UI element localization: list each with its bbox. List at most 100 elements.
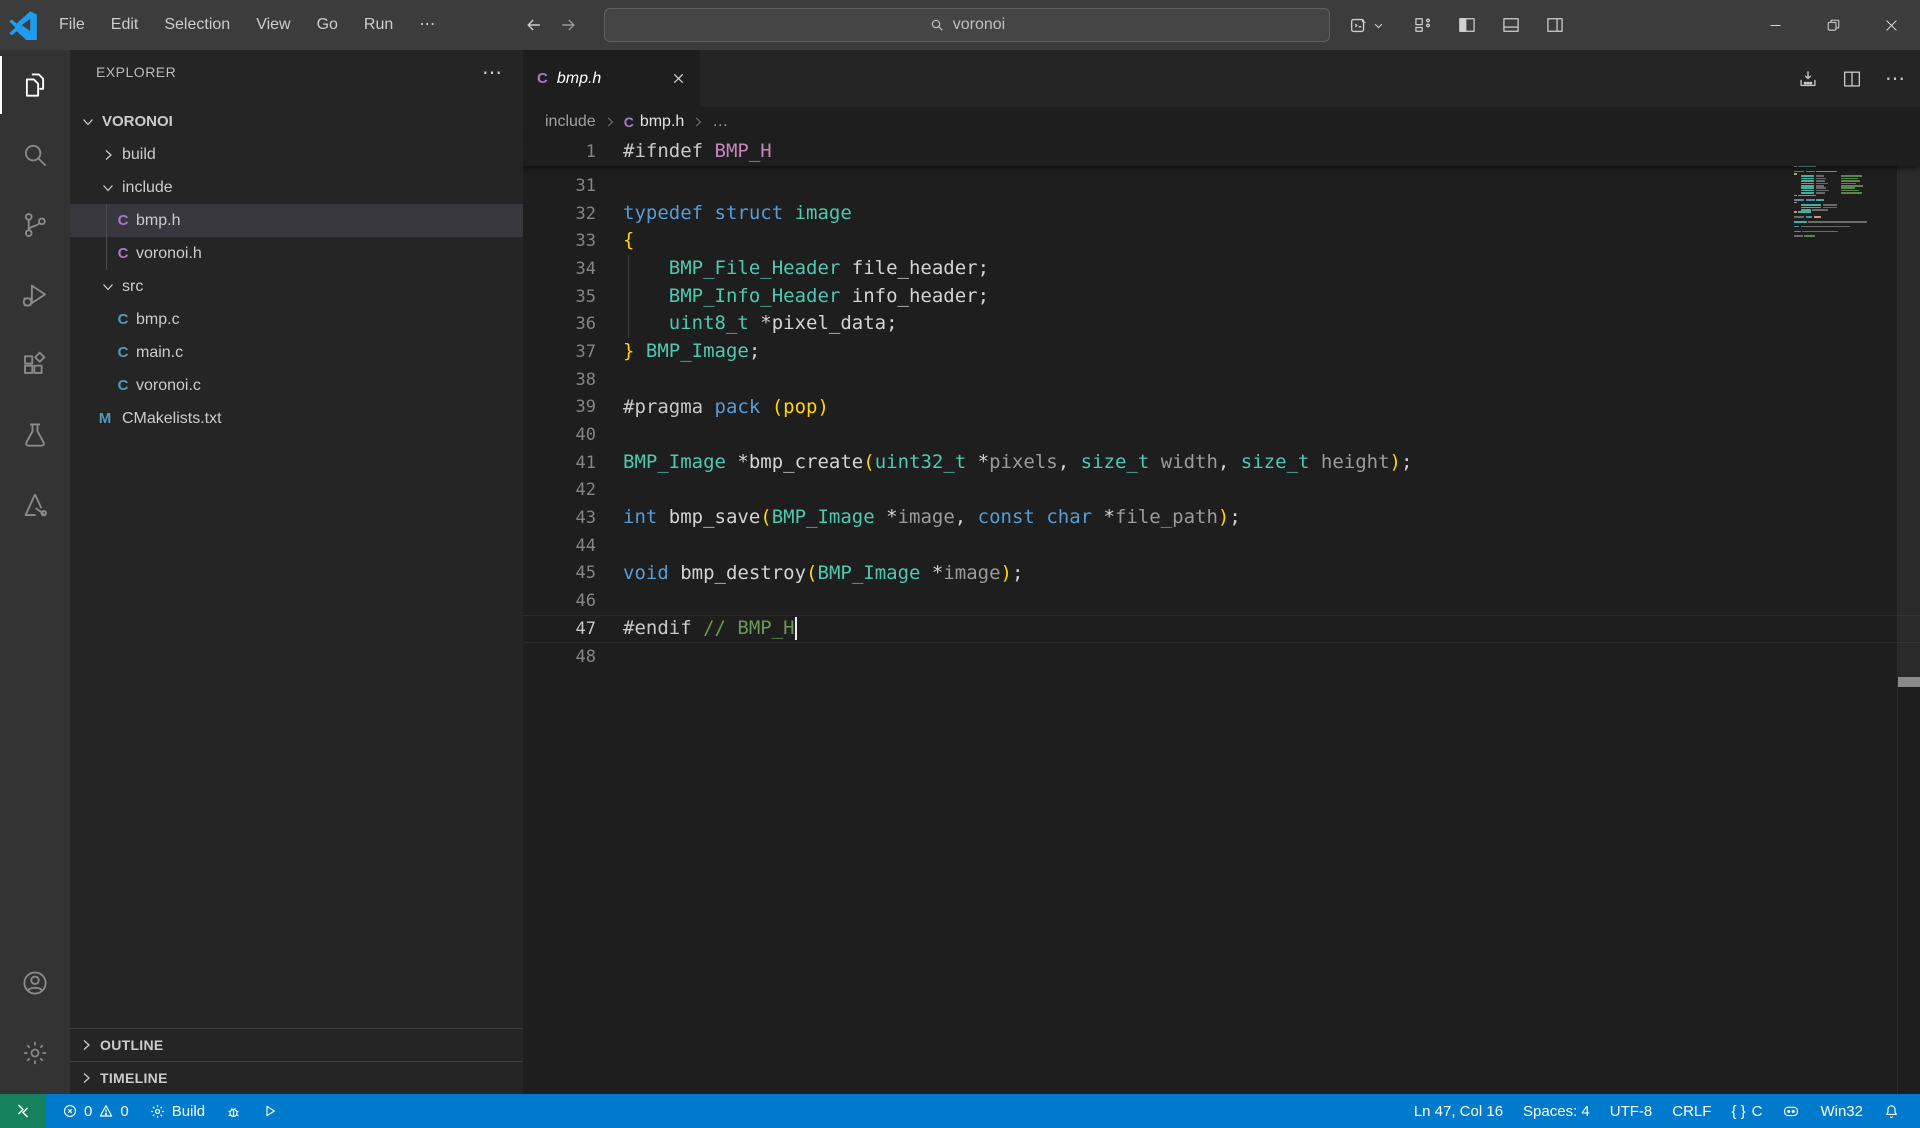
status-cmake-build[interactable]: Build — [139, 1094, 215, 1128]
code-line-32[interactable]: 32typedef struct image — [523, 200, 1920, 228]
activity-extensions-icon[interactable] — [0, 330, 70, 400]
menu-run[interactable]: Run — [351, 0, 406, 50]
minimap-line — [1816, 178, 1826, 180]
search-input[interactable]: voronoi — [604, 8, 1330, 42]
code-line-33[interactable]: 33{ — [523, 227, 1920, 255]
code-line-44[interactable]: 44 — [523, 532, 1920, 560]
split-editor-icon[interactable] — [1841, 68, 1863, 90]
code-line-36[interactable]: 36 uint8_t *pixel_data; — [523, 310, 1920, 338]
code-line-47[interactable]: 47#endif // BMP_H — [523, 615, 1920, 643]
code-line-34[interactable]: 34 BMP_File_Header file_header; — [523, 255, 1920, 283]
code-line-37[interactable]: 37} BMP_Image; — [523, 338, 1920, 366]
remote-indicator[interactable] — [0, 1094, 46, 1128]
restore-icon[interactable] — [1804, 0, 1862, 50]
tree-item-voronoi-h[interactable]: Cvoronoi.h — [70, 237, 523, 270]
activity-search-icon[interactable] — [0, 120, 70, 190]
scrollbar-thumb[interactable] — [1898, 137, 1920, 677]
status-notifications[interactable] — [1873, 1094, 1910, 1128]
menu-file[interactable]: File — [46, 0, 98, 50]
back-icon[interactable] — [524, 15, 544, 35]
c-header-icon: C — [114, 245, 132, 262]
activity-accounts-icon[interactable] — [0, 948, 70, 1018]
command-center: voronoi — [524, 0, 1384, 50]
activity-cmake-icon[interactable] — [0, 470, 70, 540]
code-line-31[interactable]: 31 — [523, 172, 1920, 200]
layout-customize-icon[interactable] — [1413, 15, 1433, 35]
activity-explorer-icon[interactable] — [0, 50, 70, 120]
tree-item-voronoi[interactable]: VORONOI — [70, 105, 523, 138]
code-area[interactable]: 3132typedef struct image33{34 BMP_File_H… — [523, 172, 1920, 670]
minimap-line — [1841, 183, 1857, 185]
tree-item-bmp-h[interactable]: Cbmp.h — [70, 204, 523, 237]
status-copilot-status[interactable] — [1772, 1094, 1810, 1128]
tray-download-icon[interactable] — [1797, 68, 1819, 90]
breadcrumb-item[interactable]: Cbmp.h — [624, 113, 685, 131]
more-actions-icon[interactable]: ⋯ — [482, 60, 503, 85]
bug-icon — [225, 1103, 242, 1120]
status-encoding[interactable]: UTF-8 — [1600, 1094, 1663, 1128]
code-line-42[interactable]: 42 — [523, 477, 1920, 505]
code-line-35[interactable]: 35 BMP_Info_Header info_header; — [523, 283, 1920, 311]
status-eol[interactable]: CRLF — [1662, 1094, 1721, 1128]
minimize-icon[interactable] — [1746, 0, 1804, 50]
minimap-line — [1794, 166, 1797, 168]
tree-item-build[interactable]: build — [70, 138, 523, 171]
indent-guide — [106, 237, 107, 270]
status-cursor-position[interactable]: Ln 47, Col 16 — [1404, 1094, 1513, 1128]
title-bar: FileEditSelectionViewGoRun⋯ voronoi — [0, 0, 1920, 50]
code-line-40[interactable]: 40 — [523, 421, 1920, 449]
tab-close-icon[interactable] — [671, 71, 686, 86]
menu-more[interactable]: ⋯ — [406, 0, 448, 50]
status-cmake-debug[interactable] — [215, 1094, 252, 1128]
tree-item-include[interactable]: include — [70, 171, 523, 204]
status-cmake-launch[interactable] — [252, 1094, 288, 1128]
tree-item-label: bmp.h — [136, 212, 180, 230]
code-line-48[interactable]: 48 — [523, 643, 1920, 671]
tree-item-voronoi-c[interactable]: Cvoronoi.c — [70, 369, 523, 402]
tab-bmp-h[interactable]: C bmp.h — [523, 50, 700, 107]
breadcrumb-item[interactable]: include — [545, 113, 596, 131]
line-number: 37 — [523, 342, 623, 362]
code-line-38[interactable]: 38 — [523, 366, 1920, 394]
activity-settings-icon[interactable] — [0, 1018, 70, 1088]
tree-item-label: main.c — [136, 344, 183, 362]
warning-icon — [98, 1103, 114, 1119]
status-indentation[interactable]: Spaces: 4 — [1513, 1094, 1600, 1128]
section-timeline[interactable]: TIMELINE — [70, 1061, 523, 1094]
close-icon[interactable] — [1862, 0, 1920, 50]
layout-sidebar-icon[interactable] — [1457, 15, 1477, 35]
menu-selection[interactable]: Selection — [151, 0, 243, 50]
activity-run-debug-icon[interactable] — [0, 260, 70, 330]
code-line-43[interactable]: 43int bmp_save(BMP_Image *image, const c… — [523, 504, 1920, 532]
status-platform[interactable]: Win32 — [1810, 1094, 1873, 1128]
vertical-scrollbar[interactable] — [1897, 137, 1920, 1094]
code-line-41[interactable]: 41BMP_Image *bmp_create(uint32_t *pixels… — [523, 449, 1920, 477]
menu-view[interactable]: View — [243, 0, 303, 50]
sticky-scroll-line: 1#ifndef BMP_H — [523, 137, 1920, 166]
code-line-45[interactable]: 45void bmp_destroy(BMP_Image *image); — [523, 560, 1920, 588]
activity-testing-icon[interactable] — [0, 400, 70, 470]
minimap-line — [1841, 187, 1855, 189]
layout-secondary-icon[interactable] — [1545, 15, 1565, 35]
code-line-39[interactable]: 39#pragma pack (pop) — [523, 394, 1920, 422]
code-line-46[interactable]: 46 — [523, 587, 1920, 615]
layout-controls — [1413, 0, 1565, 50]
editor-more-actions-icon[interactable]: ⋯ — [1885, 66, 1906, 91]
forward-icon[interactable] — [558, 15, 578, 35]
status-problems[interactable]: 00 — [52, 1094, 139, 1128]
tree-item-cmakelists-txt[interactable]: MCMakelists.txt — [70, 402, 523, 435]
copilot-menu-icon[interactable] — [1348, 14, 1384, 36]
tree-item-src[interactable]: src — [70, 270, 523, 303]
breadcrumb: include Cbmp.h … — [523, 107, 1920, 137]
menu-go[interactable]: Go — [304, 0, 351, 50]
status-language-mode[interactable]: { }C — [1721, 1094, 1772, 1128]
activity-source-control-icon[interactable] — [0, 190, 70, 260]
breadcrumb-item[interactable]: … — [712, 113, 728, 131]
menu-edit[interactable]: Edit — [98, 0, 152, 50]
tree-item-bmp-c[interactable]: Cbmp.c — [70, 303, 523, 336]
chevron-down-icon — [80, 114, 96, 130]
tree-item-main-c[interactable]: Cmain.c — [70, 336, 523, 369]
section-outline[interactable]: OUTLINE — [70, 1028, 523, 1061]
minimap-line — [1814, 216, 1822, 218]
layout-panel-icon[interactable] — [1501, 15, 1521, 35]
